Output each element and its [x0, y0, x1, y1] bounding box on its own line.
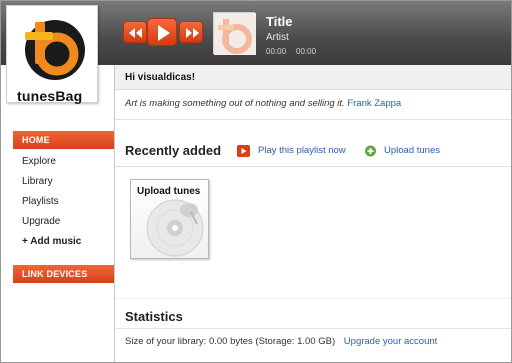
quote-bar: Art is making something out of nothing a… — [115, 90, 511, 120]
quote-text: Art is making something out of nothing a… — [125, 98, 345, 109]
duration: 00:00 — [296, 47, 317, 56]
sidebar-item-explore[interactable]: Explore — [22, 156, 56, 167]
brand-name: tunesBag — [17, 88, 83, 104]
sidebar-item-home[interactable]: HOME — [13, 131, 114, 149]
section-divider — [115, 166, 511, 167]
tunesbag-logo-icon — [25, 20, 85, 80]
fast-forward-icon — [186, 28, 199, 38]
section-divider — [115, 298, 511, 299]
sidebar-item-playlists[interactable]: Playlists — [22, 196, 59, 207]
quote: Art is making something out of nothing a… — [125, 98, 401, 109]
cd-disc-icon — [146, 199, 204, 257]
play-icon — [158, 25, 170, 41]
play-playlist-icon[interactable] — [237, 145, 250, 157]
statistics-heading: Statistics — [125, 309, 183, 324]
play-playlist-link[interactable]: Play this playlist now — [258, 145, 346, 156]
rewind-icon — [129, 28, 142, 38]
track-title: Title — [266, 14, 293, 29]
app-window: Title Artist 00:00 00:00 tunesBag HOME E… — [0, 0, 512, 363]
sidebar-item-link-devices[interactable]: LINK DEVICES — [13, 265, 114, 283]
album-art — [213, 12, 256, 55]
sidebar-item-upgrade[interactable]: Upgrade — [22, 216, 60, 227]
greeting-text: Hi visualdicas! — [125, 72, 196, 83]
sidebar-item-library[interactable]: Library — [22, 176, 53, 187]
upload-tunes-card[interactable]: Upload tunes — [130, 179, 209, 259]
track-artist: Artist — [266, 32, 289, 43]
statistics-line: Size of your library: 0.00 bytes (Storag… — [125, 336, 437, 347]
play-button[interactable] — [147, 18, 177, 46]
previous-button[interactable] — [123, 21, 147, 43]
upload-plus-icon[interactable] — [364, 145, 377, 157]
upload-tunes-link[interactable]: Upload tunes — [384, 145, 440, 156]
brand-logo[interactable]: tunesBag — [6, 5, 98, 104]
recently-added-heading: Recently added — [125, 143, 222, 158]
quote-author-link[interactable]: Frank Zappa — [347, 98, 401, 109]
section-divider — [115, 328, 511, 329]
add-music-link[interactable]: + Add music — [22, 236, 81, 247]
tunesbag-logo-icon — [214, 13, 256, 55]
greeting-bar: Hi visualdicas! — [115, 65, 511, 90]
library-size-text: Size of your library: 0.00 bytes (Storag… — [125, 336, 336, 347]
card-title: Upload tunes — [137, 186, 201, 197]
next-button[interactable] — [179, 21, 203, 43]
upgrade-account-link[interactable]: Upgrade your account — [344, 336, 437, 347]
current-time: 00:00 — [266, 47, 287, 56]
